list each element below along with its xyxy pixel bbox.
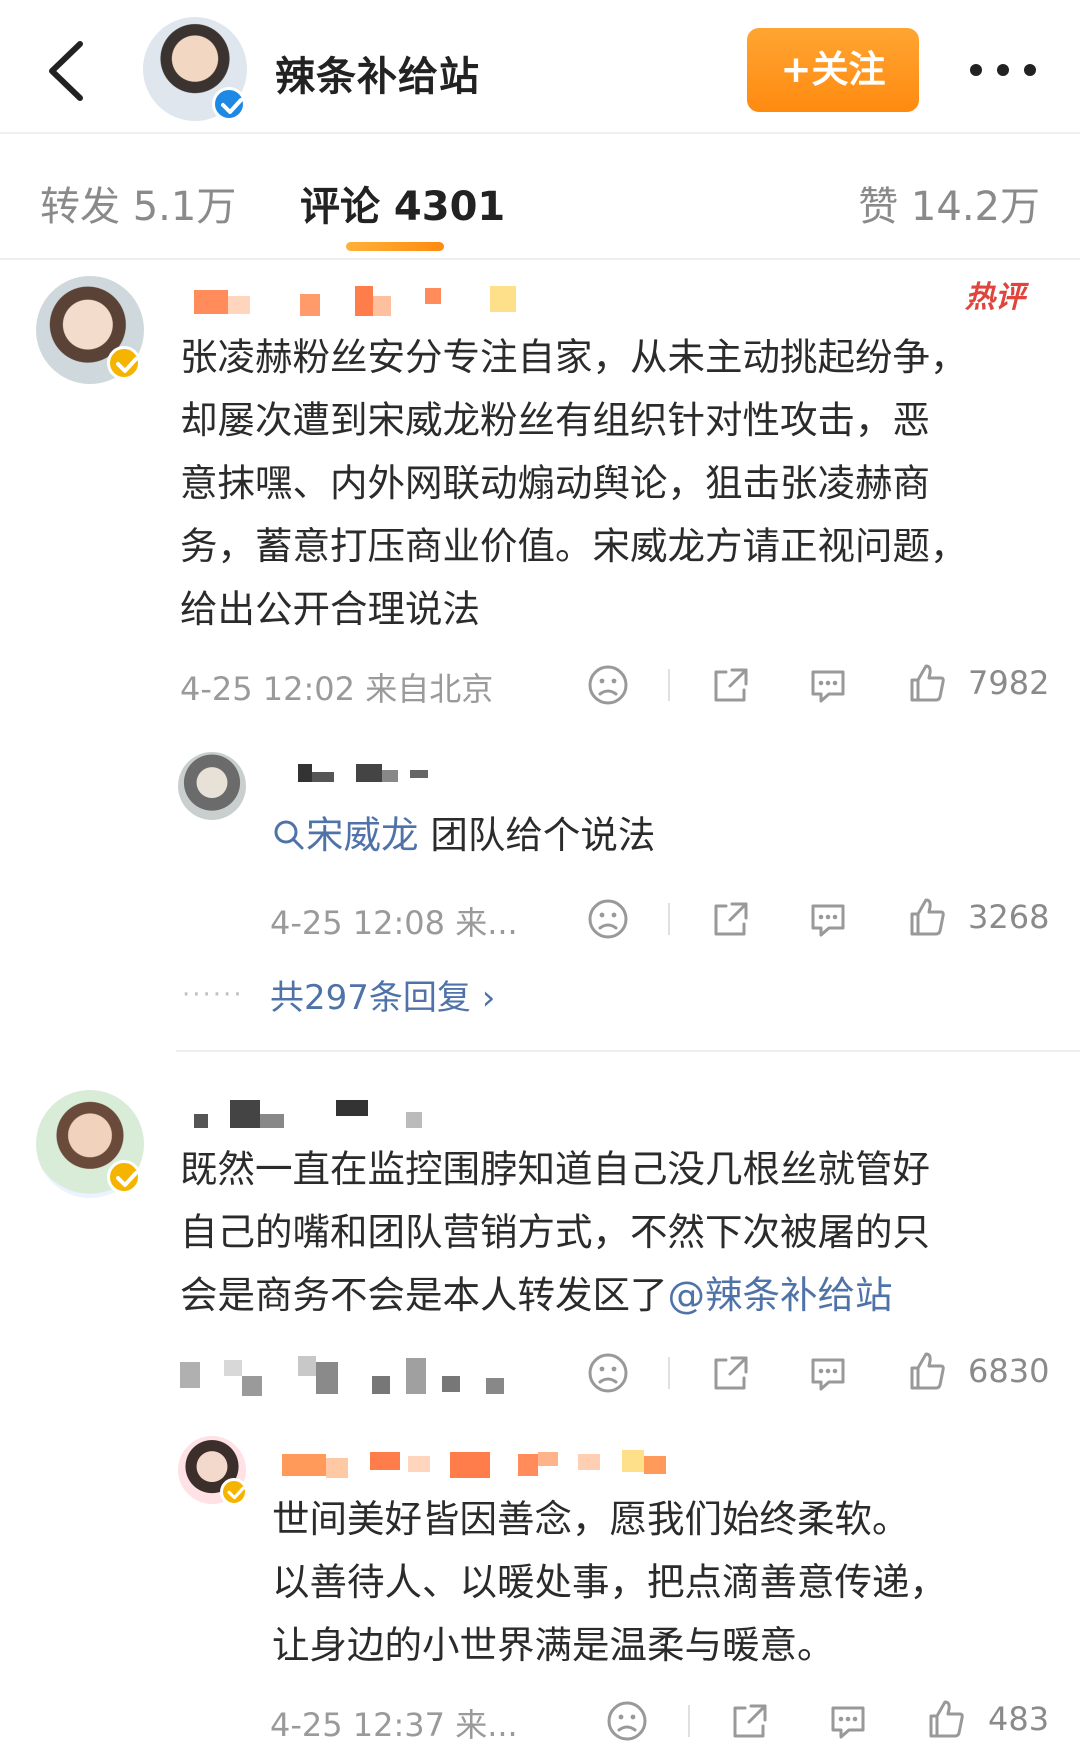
topic-link[interactable]: 宋威龙 — [306, 813, 419, 857]
tab-repost[interactable]: 转发 5.1万 — [40, 174, 236, 232]
comment-meta-mosaic — [180, 1354, 520, 1396]
reply-text: 让身边的小世界满是温柔与暖意。 — [272, 1623, 835, 1667]
reply-meta: 4-25 12:37 来... — [270, 1706, 518, 1744]
thread-dots: ······ — [182, 980, 244, 1010]
tab-comments[interactable]: 评论 4301 — [300, 174, 505, 232]
action-divider — [668, 669, 670, 701]
comment-text: 自己的嘴和团队营销方式，不然下次被屠的只 — [180, 1210, 930, 1254]
comment-icon[interactable] — [807, 1352, 849, 1394]
action-divider — [668, 1357, 670, 1389]
reply-avatar[interactable] — [178, 752, 246, 820]
verified-badge-icon — [107, 1160, 141, 1194]
username-mosaic[interactable] — [180, 1096, 440, 1130]
share-icon[interactable] — [729, 1700, 771, 1742]
tab-likes[interactable]: 赞 14.2万 — [858, 174, 1040, 232]
comment-text: 会是商务不会是本人转发区了@辣条补给站 — [180, 1264, 893, 1327]
like-count: 7982 — [968, 664, 1050, 702]
comment-meta: 4-25 12:02 来自北京 — [180, 670, 494, 708]
hot-comment-badge: 热评 — [965, 280, 1025, 315]
comment-icon[interactable] — [827, 1700, 869, 1742]
post-tabs: 转发 5.1万 评论 4301 赞 14.2万 — [0, 134, 1080, 260]
comment-text-body: 会是商务不会是本人转发区了 — [180, 1273, 668, 1317]
share-icon[interactable] — [710, 664, 752, 706]
comment-icon[interactable] — [807, 898, 849, 940]
dislike-face-icon[interactable] — [587, 1352, 629, 1394]
verified-badge-icon — [220, 1478, 248, 1506]
search-icon — [274, 820, 304, 850]
like-count: 3268 — [968, 898, 1050, 936]
comment-text: 却屡次遭到宋威龙粉丝有组织针对性攻击，恶 — [180, 398, 930, 442]
like-thumb-icon[interactable] — [906, 662, 948, 704]
more-options-icon[interactable] — [966, 50, 1040, 90]
like-thumb-icon[interactable] — [925, 1698, 967, 1740]
action-divider — [688, 1705, 690, 1737]
like-count: 483 — [988, 1700, 1050, 1738]
comment-icon[interactable] — [807, 664, 849, 706]
top-bar: 辣条补给站 +关注 — [0, 0, 1080, 134]
share-icon[interactable] — [710, 898, 752, 940]
reply-meta: 4-25 12:08 来... — [270, 904, 518, 942]
comment-text: 张凌赫粉丝安分专注自家，从未主动挑起纷争， — [180, 335, 968, 379]
like-thumb-icon[interactable] — [906, 1350, 948, 1392]
comment-divider — [176, 1050, 1080, 1052]
comment-text: 给出公开合理说法 — [180, 587, 480, 631]
username-mosaic[interactable] — [272, 1446, 672, 1482]
reply-text: 宋威龙 团队给个说法 — [272, 804, 655, 867]
username-mosaic[interactable] — [180, 282, 540, 322]
mention-link[interactable]: @辣条补给站 — [668, 1273, 893, 1317]
dislike-face-icon[interactable] — [587, 664, 629, 706]
comment-text: 务，蓄意打压商业价值。宋威龙方请正视问题， — [180, 524, 968, 568]
view-more-replies-link[interactable]: 共297条回复 › — [270, 970, 495, 1019]
verified-badge-icon — [107, 346, 141, 380]
action-divider — [668, 903, 670, 935]
like-thumb-icon[interactable] — [906, 896, 948, 938]
account-name[interactable]: 辣条补给站 — [275, 44, 480, 102]
username-mosaic[interactable] — [298, 760, 438, 786]
reply-text: 以善待人、以暖处事，把点滴善意传递， — [272, 1560, 947, 1604]
dislike-face-icon[interactable] — [606, 1700, 648, 1742]
follow-button[interactable]: +关注 — [747, 28, 919, 112]
dislike-face-icon[interactable] — [587, 898, 629, 940]
back-arrow-icon[interactable] — [40, 36, 100, 106]
comment-text: 意抹嘿、内外网联动煽动舆论，狙击张凌赫商 — [180, 461, 930, 505]
comment-text: 既然一直在监控围脖知道自己没几根丝就管好 — [180, 1147, 930, 1191]
active-tab-indicator — [346, 242, 444, 251]
share-icon[interactable] — [710, 1352, 752, 1394]
reply-text-body: 团队给个说法 — [418, 813, 656, 857]
like-count: 6830 — [968, 1352, 1050, 1390]
reply-text: 世间美好皆因善念，愿我们始终柔软。 — [272, 1497, 910, 1541]
verified-badge-icon — [212, 87, 246, 121]
